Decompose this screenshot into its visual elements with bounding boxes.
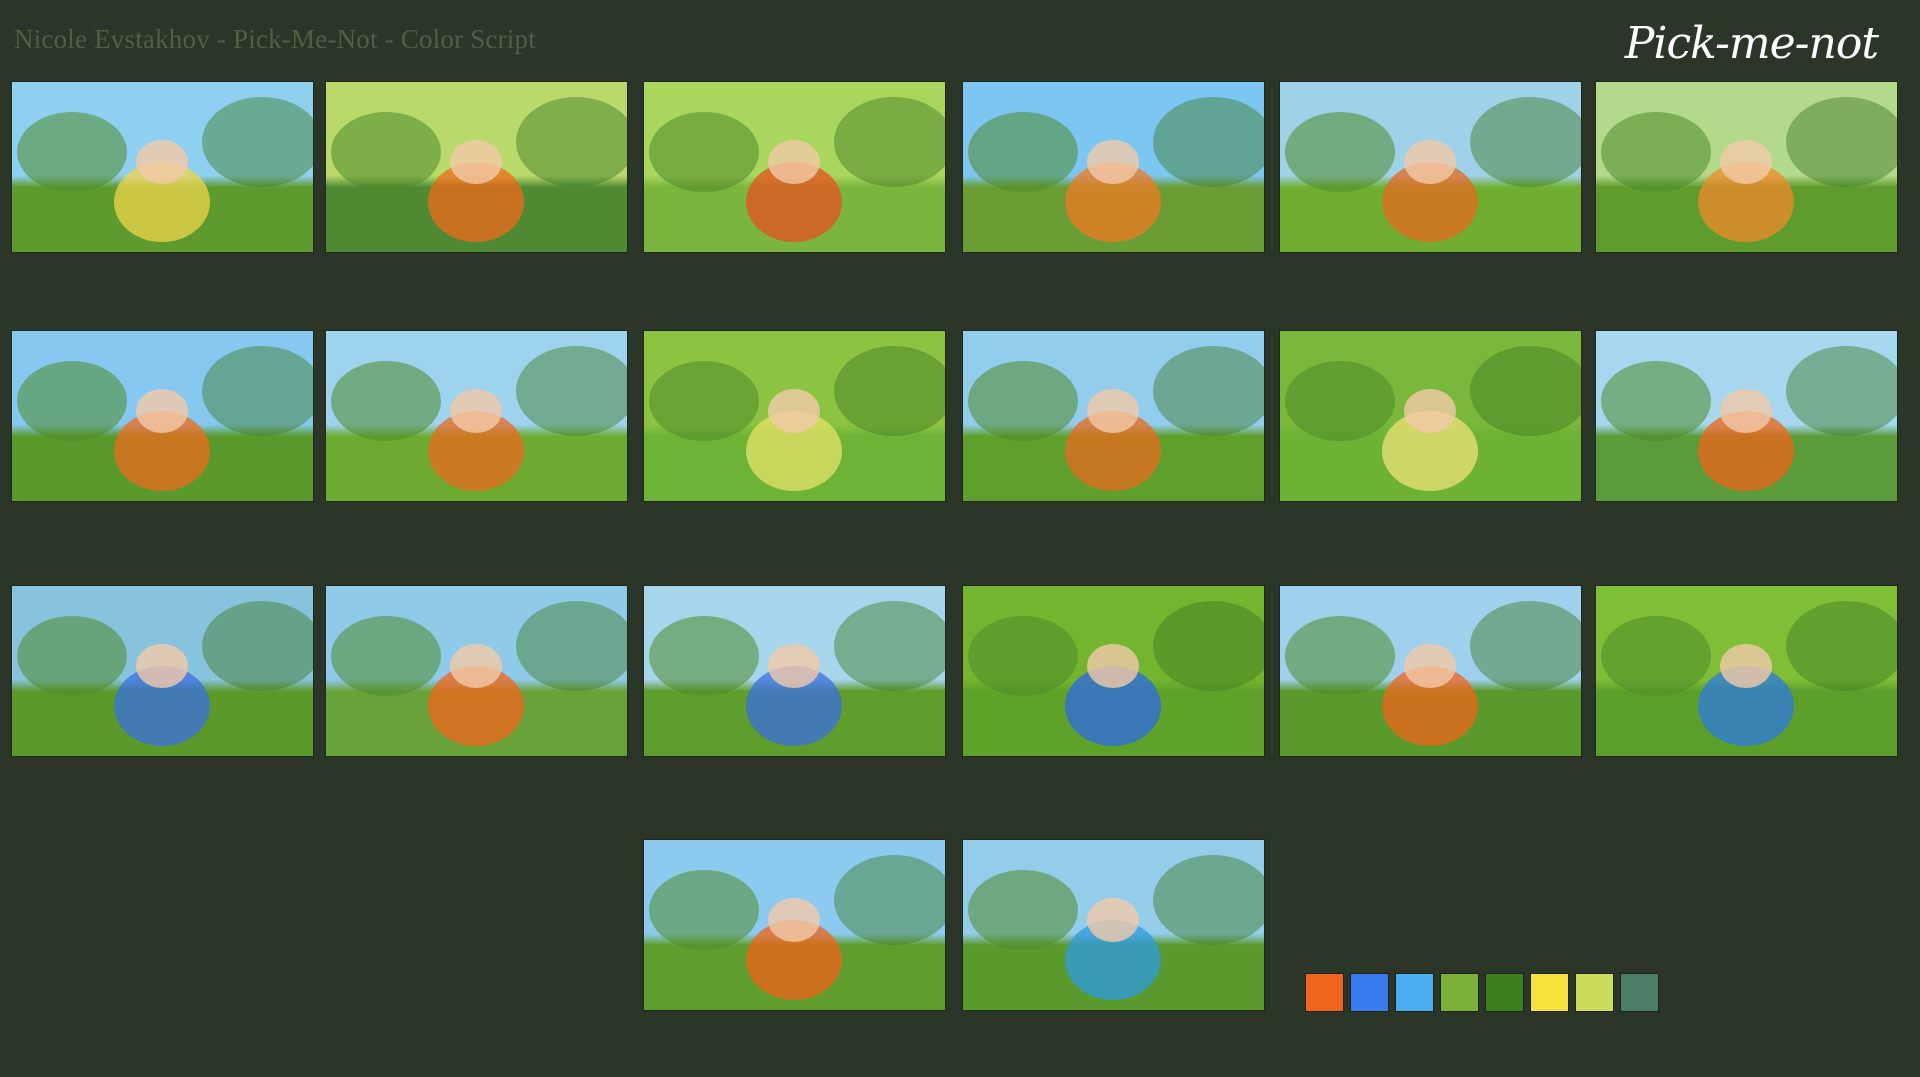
frame-creature-pink-meadow xyxy=(1280,331,1581,501)
logo-text: Pick-me-not xyxy=(1624,18,1879,69)
frame-girl-eyes-closed-tree xyxy=(1280,586,1581,756)
frame-girl-surprised xyxy=(1596,331,1897,501)
frame-girl-sitting-flower xyxy=(963,82,1264,252)
frame-onion-creature xyxy=(644,331,945,501)
frame-girl-lying-tree xyxy=(326,331,627,501)
frame-girl-hugging-tree xyxy=(644,840,945,1010)
color-palette xyxy=(1306,974,1658,1011)
palette-swatch-6 xyxy=(1531,974,1568,1011)
frame-girl-holding-creature xyxy=(12,331,313,501)
frame-girl-hat-flower xyxy=(326,82,627,252)
frame-basket-closeup xyxy=(644,82,945,252)
palette-swatch-4 xyxy=(1441,974,1478,1011)
palette-swatch-2 xyxy=(1351,974,1388,1011)
frame-girl-under-tree xyxy=(644,586,945,756)
palette-swatch-7 xyxy=(1576,974,1613,1011)
frame-meadow-picnic xyxy=(1280,82,1581,252)
frame-creature-pointing xyxy=(1596,586,1897,756)
palette-swatch-3 xyxy=(1396,974,1433,1011)
frame-blur-sprout xyxy=(1596,82,1897,252)
palette-swatch-8 xyxy=(1621,974,1658,1011)
frame-girl-resting-tree xyxy=(963,331,1264,501)
frame-girl-thinking xyxy=(326,586,627,756)
frame-blue-creatures-closeup xyxy=(963,586,1264,756)
frame-flowers-hand xyxy=(12,82,313,252)
page-title: Nicole Evstakhov - Pick-Me-Not - Color S… xyxy=(14,24,536,54)
frame-blue-creatures-basket xyxy=(12,586,313,756)
frame-final-forest xyxy=(963,840,1264,1010)
palette-swatch-5 xyxy=(1486,974,1523,1011)
palette-swatch-1 xyxy=(1306,974,1343,1011)
